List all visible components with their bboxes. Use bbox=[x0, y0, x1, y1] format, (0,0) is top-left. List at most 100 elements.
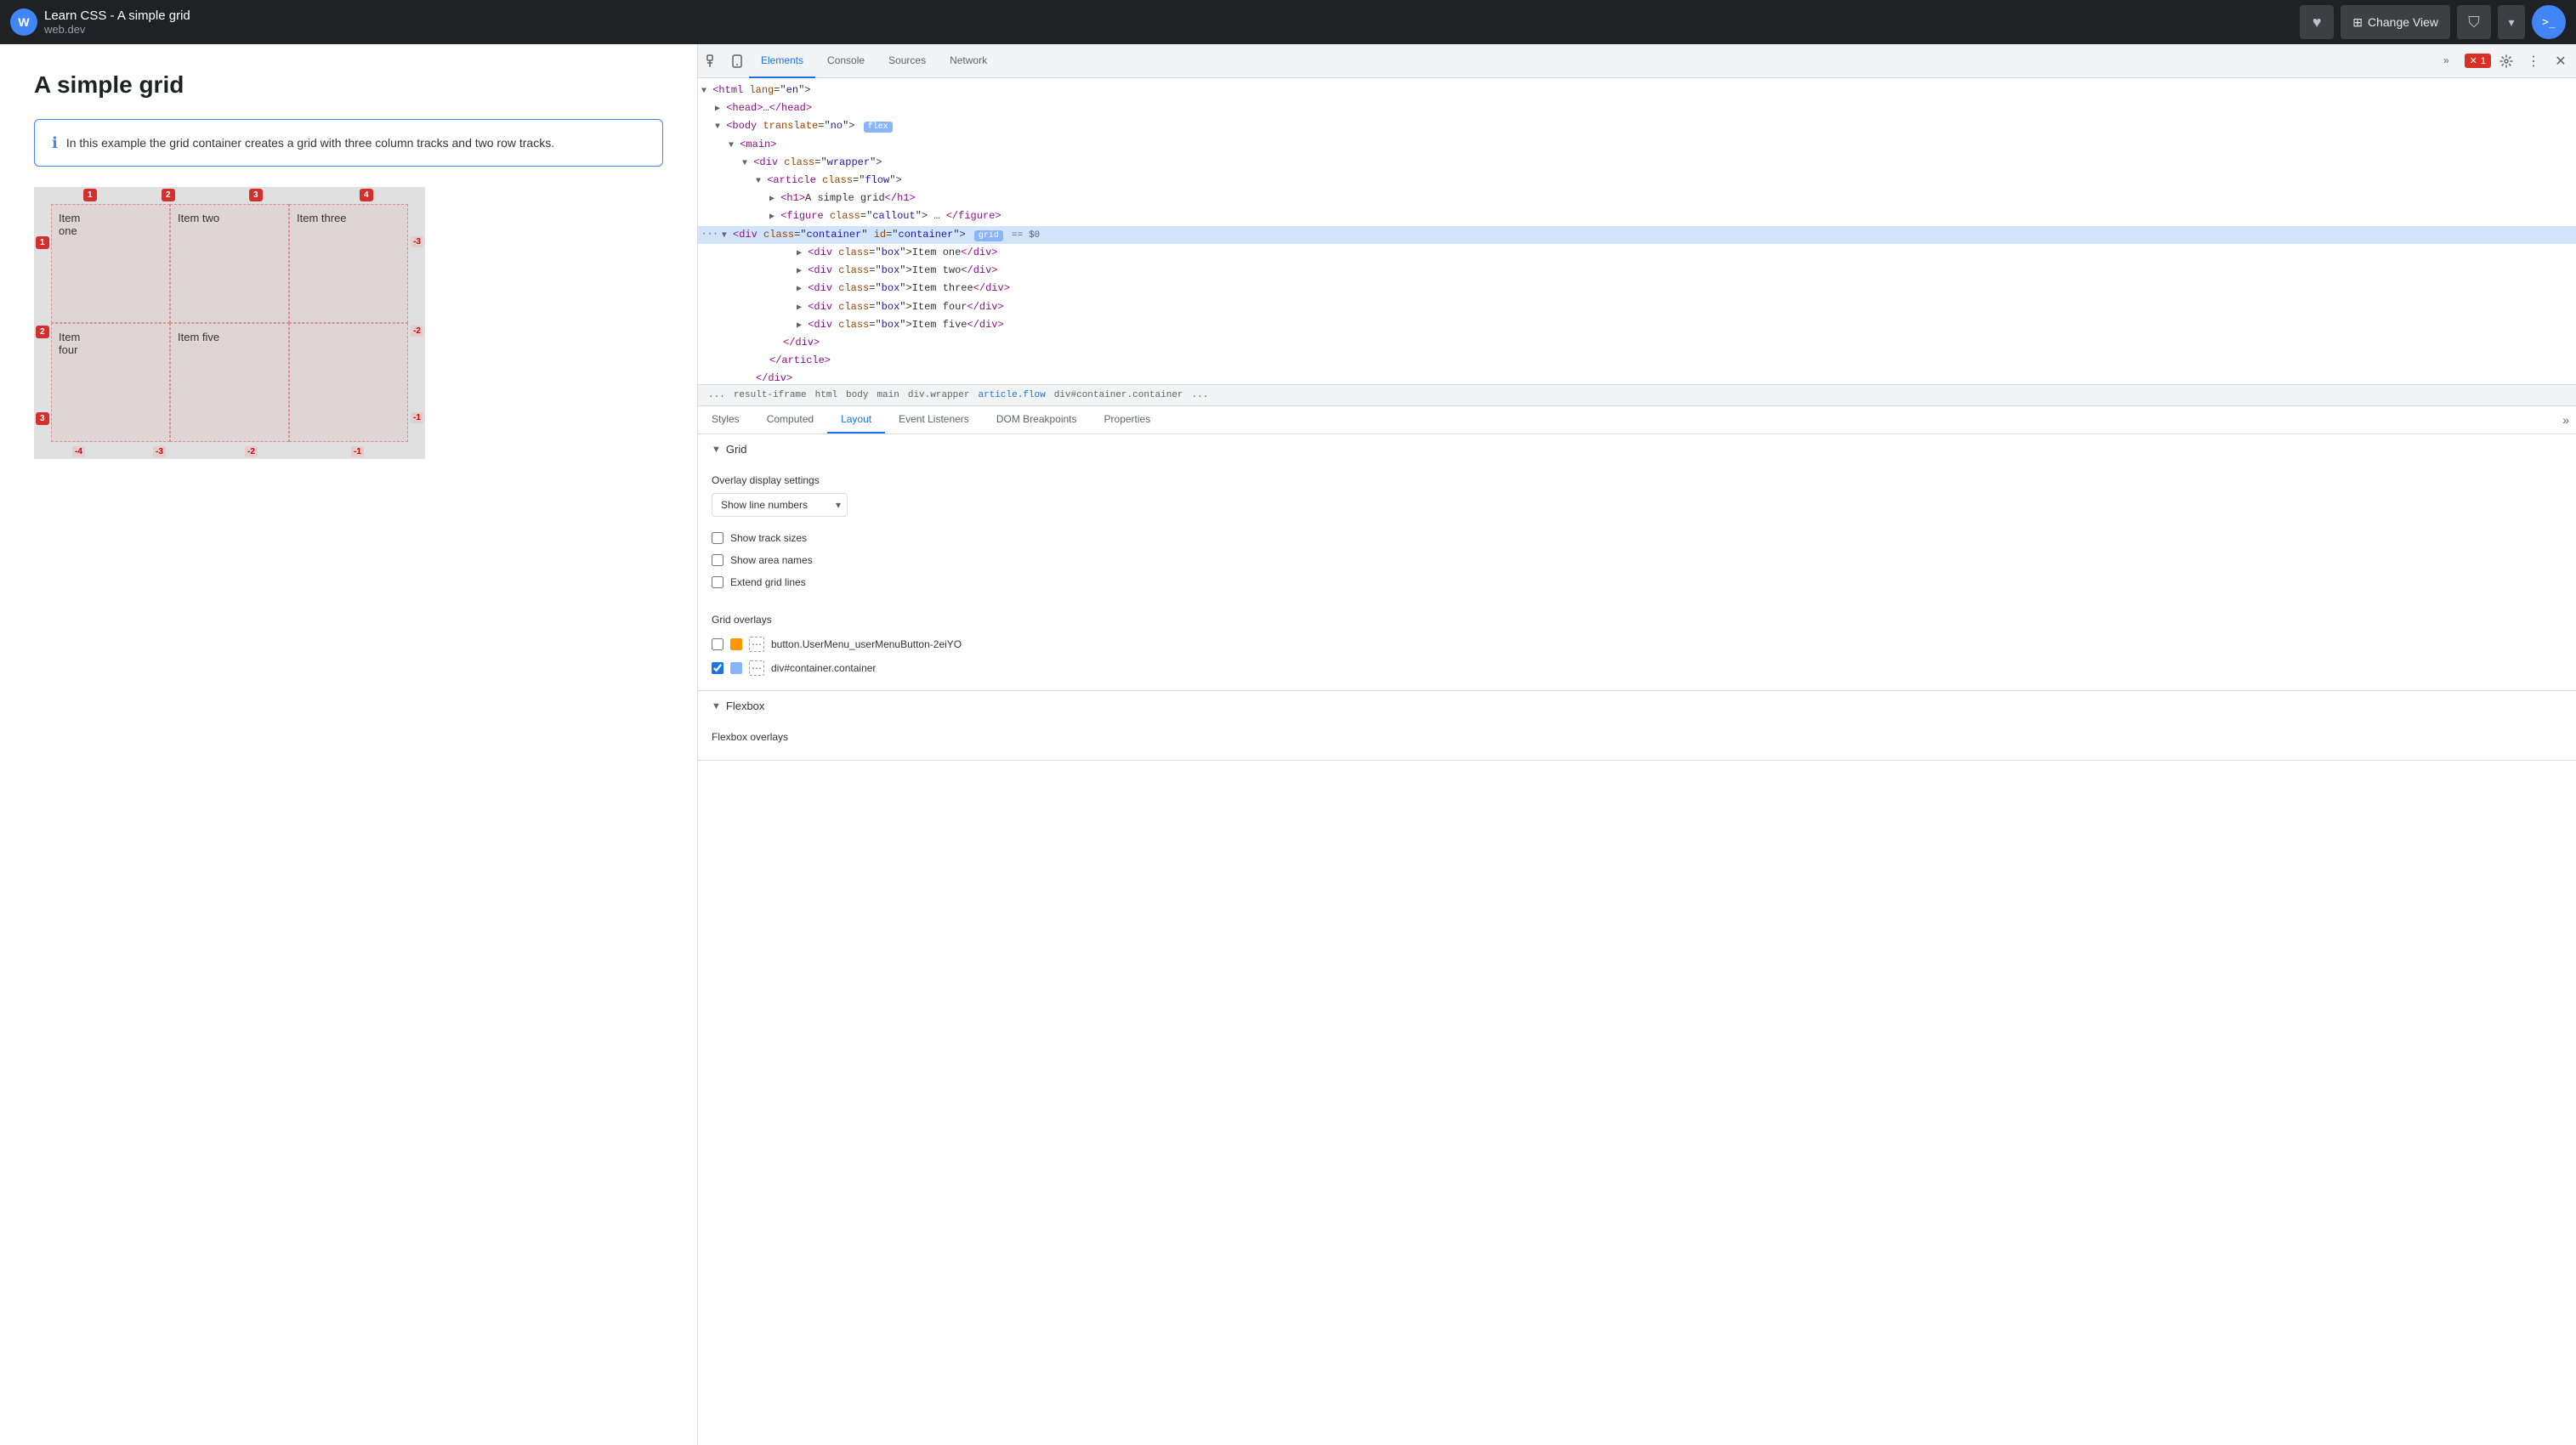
dom-line-close-article[interactable]: </article> bbox=[698, 352, 2576, 370]
dom-tree[interactable]: ▼ <html lang="en"> ▶ <head>…</head> ▼ <b… bbox=[698, 78, 2576, 384]
inspect-icon-button[interactable] bbox=[701, 49, 725, 73]
col-label-1: 1 bbox=[83, 189, 97, 201]
tab-styles[interactable]: Styles bbox=[698, 406, 753, 434]
badge-flex[interactable]: flex bbox=[864, 122, 893, 133]
error-badge: ✕ 1 bbox=[2465, 54, 2491, 68]
breadcrumb-more[interactable]: ... bbox=[1189, 388, 1212, 402]
overlay-container-checkbox[interactable] bbox=[712, 662, 723, 674]
overlay-item-container: ⋯ div#container.container bbox=[712, 656, 2562, 680]
row-neg-label-1: -1 bbox=[411, 412, 423, 423]
overlay-usermenubtn-checkbox[interactable] bbox=[712, 638, 723, 650]
tab-dom-breakpoints[interactable]: DOM Breakpoints bbox=[983, 406, 1091, 434]
col-neg-label-3: -3 bbox=[153, 446, 166, 457]
heart-button[interactable]: ♥ bbox=[2300, 5, 2334, 39]
breadcrumb-html[interactable]: html bbox=[812, 388, 841, 402]
tab-console[interactable]: Console bbox=[815, 44, 877, 78]
overlay-usermenubtn-label[interactable]: button.UserMenu_userMenuButton-2eiYO bbox=[771, 638, 962, 650]
tab-computed[interactable]: Computed bbox=[753, 406, 827, 434]
flexbox-section-header[interactable]: ▼ Flexbox bbox=[698, 691, 2576, 721]
devtools-pane: Elements Console Sources Network » ✕ 1 bbox=[697, 44, 2576, 1445]
change-view-label: Change View bbox=[2368, 15, 2438, 29]
flexbox-panel-section: ▼ Flexbox Flexbox overlays bbox=[698, 691, 2576, 761]
breadcrumb-div-container[interactable]: div#container.container bbox=[1051, 388, 1187, 402]
breadcrumb-article-flow[interactable]: article.flow bbox=[974, 388, 1048, 402]
tab-network[interactable]: Network bbox=[938, 44, 999, 78]
show-track-sizes-checkbox[interactable] bbox=[712, 532, 723, 544]
change-view-icon: ⊞ bbox=[2352, 15, 2363, 30]
checkbox-show-area-names: Show area names bbox=[712, 549, 2562, 571]
col-neg-label-2: -2 bbox=[245, 446, 258, 457]
terminal-button[interactable]: >_ bbox=[2532, 5, 2566, 39]
dom-line-close-div[interactable]: </div> bbox=[698, 334, 2576, 352]
badge-grid[interactable]: grid bbox=[974, 230, 1003, 241]
overlay-container-label[interactable]: div#container.container bbox=[771, 662, 876, 674]
dom-line-div-wrapper[interactable]: ▼ <div class="wrapper"> bbox=[698, 154, 2576, 172]
content-pane: A simple grid ℹ In this example the grid… bbox=[0, 44, 697, 1445]
main-layout: A simple grid ℹ In this example the grid… bbox=[0, 44, 2576, 1445]
dom-line-box-1[interactable]: ▶ <div class="box">Item one</div> bbox=[698, 244, 2576, 262]
dom-line-box-2[interactable]: ▶ <div class="box">Item two</div> bbox=[698, 262, 2576, 280]
dom-line-main[interactable]: ▼ <main> bbox=[698, 136, 2576, 154]
row-label-2: 2 bbox=[36, 326, 49, 338]
tab-elements[interactable]: Elements bbox=[749, 44, 815, 78]
overlay-container-grid-icon: ⋯ bbox=[749, 660, 764, 676]
extend-grid-lines-label[interactable]: Extend grid lines bbox=[730, 576, 806, 588]
dom-line-h1[interactable]: ▶ <h1>A simple grid</h1> bbox=[698, 190, 2576, 207]
dom-line-close-div-wrapper[interactable]: </div> bbox=[698, 370, 2576, 384]
device-icon-button[interactable] bbox=[725, 49, 749, 73]
grid-overlays-label: Grid overlays bbox=[712, 614, 2562, 626]
sub-tabs: Styles Computed Layout Event Listeners D… bbox=[698, 406, 2576, 434]
col-label-2: 2 bbox=[162, 189, 175, 201]
col-neg-label-4: -4 bbox=[72, 446, 85, 457]
breadcrumb-ellipsis[interactable]: ... bbox=[705, 388, 729, 402]
article-heading: A simple grid bbox=[34, 71, 663, 99]
overlay-display-select[interactable]: Show line numbers Show track sizes Show … bbox=[712, 493, 848, 517]
more-icon-button[interactable]: ⋮ bbox=[2522, 49, 2545, 73]
grid-item-4: Itemfour bbox=[51, 323, 170, 442]
overlay-container-color[interactable] bbox=[730, 662, 742, 674]
tab-sources[interactable]: Sources bbox=[877, 44, 938, 78]
tab-properties[interactable]: Properties bbox=[1091, 406, 1165, 434]
dom-line-box-5[interactable]: ▶ <div class="box">Item five</div> bbox=[698, 316, 2576, 334]
show-area-names-label[interactable]: Show area names bbox=[730, 554, 813, 566]
site-logo: W bbox=[10, 8, 37, 36]
error-x-icon: ✕ bbox=[2470, 55, 2477, 66]
info-icon: ℹ bbox=[52, 134, 58, 152]
dom-line-head[interactable]: ▶ <head>…</head> bbox=[698, 99, 2576, 117]
tab-event-listeners[interactable]: Event Listeners bbox=[885, 406, 983, 434]
dom-line-box-4[interactable]: ▶ <div class="box">Item four</div> bbox=[698, 298, 2576, 316]
dom-line-body[interactable]: ▼ <body translate="no"> flex bbox=[698, 117, 2576, 135]
show-track-sizes-label[interactable]: Show track sizes bbox=[730, 532, 807, 544]
close-icon-button[interactable]: ✕ bbox=[2549, 49, 2573, 73]
breadcrumb-result-iframe[interactable]: result-iframe bbox=[730, 388, 810, 402]
tab-more[interactable]: » bbox=[2431, 44, 2461, 78]
dom-line-container[interactable]: ··· ▼ <div class="container" id="contain… bbox=[698, 226, 2576, 245]
bookmark-button[interactable]: ⛉ bbox=[2457, 5, 2491, 39]
breadcrumb-main[interactable]: main bbox=[873, 388, 902, 402]
breadcrumb-body[interactable]: body bbox=[843, 388, 871, 402]
page-title: Learn CSS - A simple grid bbox=[44, 8, 2293, 23]
dropdown-button[interactable]: ▾ bbox=[2498, 5, 2525, 39]
grid-item-1: Itemone bbox=[51, 204, 170, 323]
dom-line-article[interactable]: ▼ <article class="flow"> bbox=[698, 172, 2576, 190]
layout-panel: ▼ Grid Overlay display settings Show lin… bbox=[698, 434, 2576, 1445]
grid-item-2: Item two bbox=[170, 204, 289, 323]
grid-section-header[interactable]: ▼ Grid bbox=[698, 434, 2576, 464]
select-wrapper: Show line numbers Show track sizes Show … bbox=[712, 493, 848, 517]
devtools-tabs: Elements Console Sources Network » ✕ 1 bbox=[698, 44, 2576, 78]
overlay-usermenubtn-grid-icon: ⋯ bbox=[749, 637, 764, 652]
show-area-names-checkbox[interactable] bbox=[712, 554, 723, 566]
grid-item-5: Item five bbox=[170, 323, 289, 442]
dom-line-box-3[interactable]: ▶ <div class="box">Item three</div> bbox=[698, 280, 2576, 298]
settings-icon-button[interactable] bbox=[2494, 49, 2518, 73]
extend-grid-lines-checkbox[interactable] bbox=[712, 576, 723, 588]
dom-line-html[interactable]: ▼ <html lang="en"> bbox=[698, 82, 2576, 99]
sub-tab-more[interactable]: » bbox=[2556, 406, 2576, 434]
overlay-usermenubtn-color[interactable] bbox=[730, 638, 742, 650]
breadcrumb-div-wrapper[interactable]: div.wrapper bbox=[905, 388, 973, 402]
flexbox-overlays: Flexbox overlays bbox=[698, 721, 2576, 760]
tab-layout[interactable]: Layout bbox=[827, 406, 885, 434]
dom-line-figure[interactable]: ▶ <figure class="callout"> … </figure> bbox=[698, 207, 2576, 225]
change-view-button[interactable]: ⊞ Change View bbox=[2341, 5, 2450, 39]
top-bar-titles: Learn CSS - A simple grid web.dev bbox=[44, 8, 2293, 36]
